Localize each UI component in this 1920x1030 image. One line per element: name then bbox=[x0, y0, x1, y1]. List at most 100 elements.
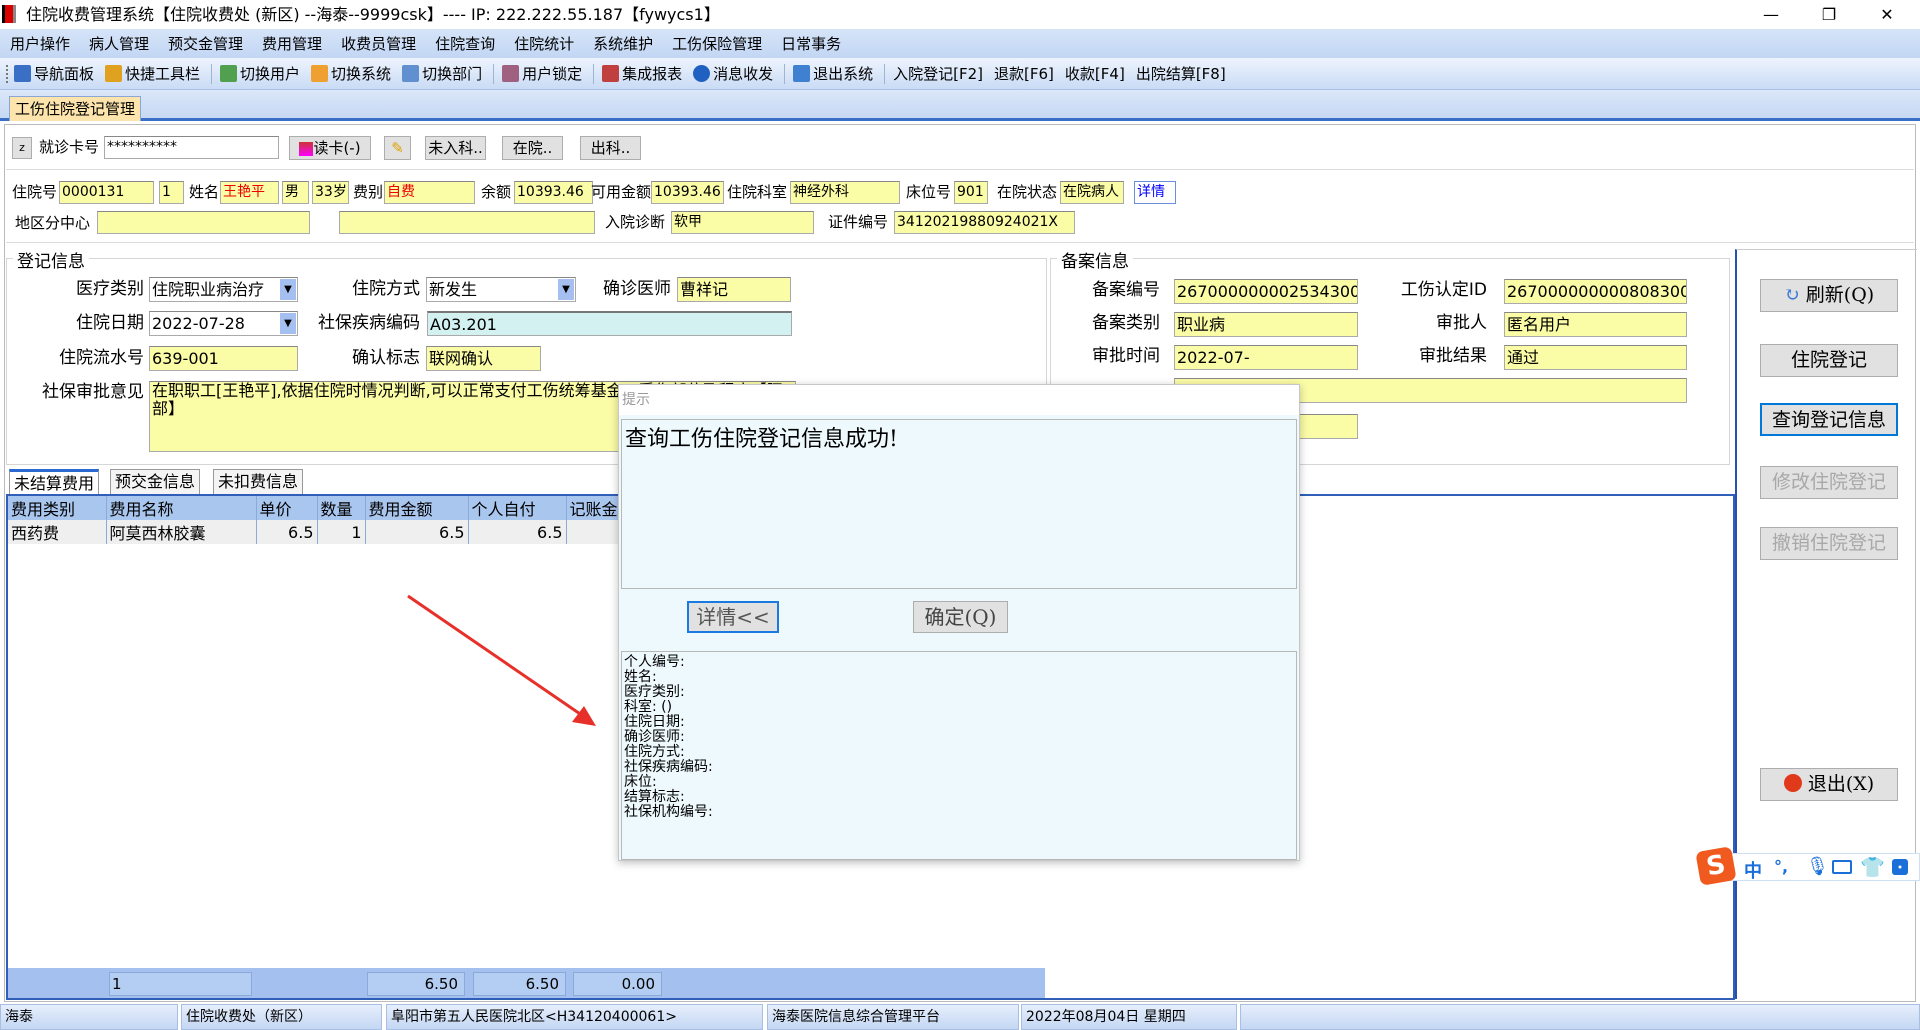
admission-date-picker[interactable]: 2022-07-28 ▼ bbox=[149, 311, 298, 336]
menu-daily[interactable]: 日常事务 bbox=[779, 33, 850, 54]
col-quantity[interactable]: 数量 bbox=[317, 496, 366, 520]
summary-account: 0.00 bbox=[573, 972, 662, 996]
tab-injury-registration[interactable]: 工伤住院登记管理 bbox=[9, 96, 141, 121]
balance-field[interactable]: 10393.46 bbox=[514, 181, 593, 204]
age-field[interactable]: 33岁 bbox=[312, 181, 349, 204]
dept-field[interactable]: 神经外科 bbox=[790, 181, 900, 204]
fee-type-field[interactable]: 自费 bbox=[384, 181, 475, 204]
chevron-down-icon[interactable]: ▼ bbox=[280, 313, 296, 334]
region-field[interactable] bbox=[97, 211, 310, 234]
injury-id-field[interactable]: 26700000000080830034 bbox=[1504, 279, 1687, 304]
menu-injury-insurance[interactable]: 工伤保险管理 bbox=[670, 33, 771, 54]
toolbar-label: 导航面板 bbox=[34, 65, 95, 83]
menu-query[interactable]: 住院查询 bbox=[433, 33, 504, 54]
admission-times-field[interactable]: 1 bbox=[159, 181, 184, 204]
detail-admission-date: 住院日期: bbox=[624, 714, 685, 730]
toolbar-messages[interactable]: 消息收发 bbox=[693, 63, 773, 84]
toolbar-exit[interactable]: 退出系统 bbox=[793, 63, 873, 84]
menu-fee[interactable]: 费用管理 bbox=[260, 33, 331, 54]
menu-stats[interactable]: 住院统计 bbox=[512, 33, 583, 54]
app-logo-icon bbox=[2, 5, 16, 23]
menu-system[interactable]: 系统维护 bbox=[591, 33, 662, 54]
admission-no-field[interactable]: 0000131 bbox=[59, 181, 154, 204]
serial-no-field[interactable]: 639-001 bbox=[149, 346, 298, 371]
menu-deposit[interactable]: 预交金管理 bbox=[166, 33, 252, 54]
toolbar-user-lock[interactable]: 用户锁定 bbox=[502, 63, 582, 84]
not-admitted-button[interactable]: 未入科.. bbox=[425, 136, 486, 160]
ime-mode-toggle[interactable]: 中 bbox=[1744, 857, 1762, 883]
close-button[interactable]: ✕ bbox=[1867, 0, 1907, 29]
toolbar-report[interactable]: 集成报表 bbox=[602, 63, 682, 84]
table-header: 费用类别 费用名称 单价 数量 费用金额 个人自付 记账金 bbox=[8, 496, 647, 520]
exit-button[interactable]: 退出(X) bbox=[1760, 768, 1898, 801]
toolbar-switch-user[interactable]: 切换用户 bbox=[220, 63, 300, 84]
tab-undeducted-info[interactable]: 未扣费信息 bbox=[213, 469, 304, 494]
approval-result-field[interactable]: 通过 bbox=[1504, 345, 1687, 370]
read-card-button[interactable]: 读卡(-) bbox=[289, 136, 371, 160]
med-type-select[interactable]: 住院职业病治疗 ▼ bbox=[149, 277, 298, 302]
chevron-down-icon[interactable]: ▼ bbox=[558, 279, 574, 300]
toolbar-switch-system[interactable]: 切换系统 bbox=[311, 63, 391, 84]
dialog-details-button[interactable]: 详情<< bbox=[687, 601, 779, 633]
fee-type-label: 费别 bbox=[353, 183, 384, 201]
toolbar-quick-tools[interactable]: 快捷工具栏 bbox=[105, 63, 200, 84]
patient-name-field[interactable]: 王艳平 bbox=[220, 181, 279, 204]
col-category[interactable]: 费用类别 bbox=[8, 496, 107, 520]
disease-code-field[interactable]: A03.201 bbox=[427, 311, 792, 336]
shortcut-discharge[interactable]: 出院结算[F8] bbox=[1136, 63, 1226, 84]
diagnosis-field[interactable]: 软甲 bbox=[671, 211, 814, 234]
chevron-down-icon[interactable]: ▼ bbox=[280, 279, 296, 300]
id-no-field[interactable]: 34120219880924021X bbox=[894, 211, 1075, 234]
card-no-input[interactable]: ********** bbox=[104, 136, 279, 159]
dialog-ok-button[interactable]: 确定(Q) bbox=[913, 601, 1008, 633]
patient-detail-button[interactable]: 详情 bbox=[1134, 181, 1176, 204]
keyboard-icon[interactable] bbox=[1832, 860, 1852, 874]
col-unit-price[interactable]: 单价 bbox=[256, 496, 318, 520]
toolbar-dashboard[interactable]: 导航面板 bbox=[14, 63, 94, 84]
col-self-pay[interactable]: 个人自付 bbox=[468, 496, 567, 520]
menu-patient[interactable]: 病人管理 bbox=[87, 33, 158, 54]
z-button[interactable]: z bbox=[12, 137, 32, 159]
sex-field[interactable]: 男 bbox=[282, 181, 309, 204]
toolbar-grip[interactable] bbox=[6, 64, 9, 83]
toolbar-switch-department[interactable]: 切换部门 bbox=[402, 63, 482, 84]
menu-cashier[interactable]: 收费员管理 bbox=[339, 33, 425, 54]
microphone-icon[interactable]: 🎙 bbox=[1806, 856, 1829, 877]
col-name[interactable]: 费用名称 bbox=[106, 496, 257, 520]
disease-code-label: 社保疾病编码 bbox=[318, 313, 420, 333]
clear-button[interactable]: ✎ bbox=[384, 136, 411, 160]
admission-mode-select[interactable]: 新发生 ▼ bbox=[426, 277, 576, 302]
menu-user-ops[interactable]: 用户操作 bbox=[8, 33, 79, 54]
toolbox-grid-icon[interactable] bbox=[1892, 859, 1908, 875]
confirm-flag-field[interactable]: 联网确认 bbox=[426, 346, 541, 371]
minimize-button[interactable]: — bbox=[1751, 0, 1791, 29]
diagnosis-label: 入院诊断 bbox=[605, 213, 666, 231]
in-hospital-button[interactable]: 在院.. bbox=[502, 136, 563, 160]
region-name-field[interactable] bbox=[339, 211, 595, 234]
approver-field[interactable]: 匿名用户 bbox=[1504, 312, 1687, 337]
doctor-field[interactable]: 曹祥记 bbox=[677, 277, 791, 302]
filing-type-field[interactable]: 职业病 bbox=[1174, 312, 1358, 337]
bed-field[interactable]: 901 bbox=[954, 181, 988, 204]
query-registration-button[interactable]: 查询登记信息 bbox=[1760, 403, 1898, 436]
tab-unsettled-fees[interactable]: 未结算费用 bbox=[9, 469, 100, 494]
filing-no-field[interactable]: 26700000000253430007 bbox=[1174, 279, 1358, 304]
skin-shirt-icon[interactable]: 👕 bbox=[1860, 855, 1885, 879]
discharged-button[interactable]: 出科.. bbox=[580, 136, 641, 160]
tab-deposit-info[interactable]: 预交金信息 bbox=[110, 469, 201, 494]
available-field[interactable]: 10393.46 bbox=[651, 181, 724, 204]
shortcut-refund[interactable]: 退款[F6] bbox=[994, 63, 1054, 84]
shortcut-admission[interactable]: 入院登记[F2] bbox=[893, 63, 983, 84]
shortcut-charge[interactable]: 收款[F4] bbox=[1065, 63, 1125, 84]
balance-label: 余额 bbox=[481, 183, 512, 201]
ime-punct-toggle[interactable]: °, bbox=[1774, 857, 1788, 876]
table-row[interactable]: 西药费 阿莫西林胶囊 6.5 1 6.5 6.5 bbox=[8, 520, 647, 544]
sogou-logo-icon[interactable]: S bbox=[1695, 846, 1737, 886]
register-button[interactable]: 住院登记 bbox=[1760, 344, 1898, 377]
status-field[interactable]: 在院病人 bbox=[1060, 181, 1124, 204]
refresh-button[interactable]: ↻ 刷新(Q) bbox=[1760, 279, 1898, 312]
approval-time-field[interactable]: 2022-07- bbox=[1174, 345, 1358, 370]
col-amount[interactable]: 费用金额 bbox=[365, 496, 469, 520]
maximize-button[interactable]: ❐ bbox=[1809, 0, 1849, 29]
status-hospital: 阜阳市第五人民医院北区<H34120400061> bbox=[386, 1004, 763, 1030]
